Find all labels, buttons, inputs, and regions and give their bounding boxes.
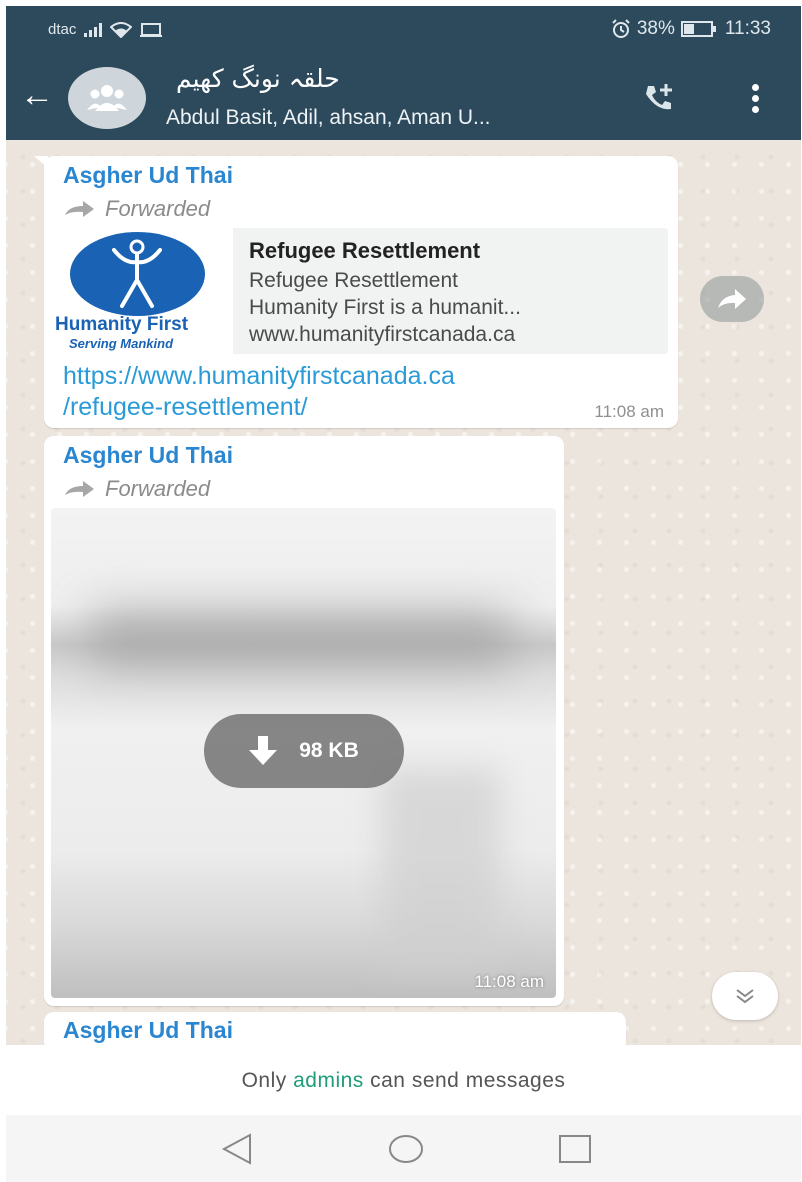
carrier-label: dtac: [48, 21, 77, 38]
message-bubble[interactable]: Asgher Ud Thai Forwarded Humanity First …: [34, 156, 678, 428]
link-line[interactable]: /refugee-resettlement/: [63, 392, 455, 423]
clock: 11:33: [724, 18, 771, 39]
admins-only-notice: Only admins can send messages: [6, 1045, 801, 1115]
logo-text: Humanity First: [55, 314, 189, 335]
link-line[interactable]: https://www.humanityfirstcanada.ca: [63, 361, 455, 392]
media-size: 98 KB: [299, 739, 359, 762]
forwarded-text: Forwarded: [105, 476, 211, 501]
sender-name[interactable]: Asgher Ud Thai: [63, 1017, 233, 1044]
scroll-to-bottom-button[interactable]: [712, 972, 778, 1020]
participants-list[interactable]: Abdul Basit, Adil, ahsan, Aman U...: [166, 106, 491, 130]
message-link[interactable]: https://www.humanityfirstcanada.ca /refu…: [63, 361, 455, 423]
cast-icon: [140, 22, 163, 37]
group-avatar[interactable]: [68, 67, 146, 129]
notice-suffix: can send messages: [363, 1069, 566, 1092]
forward-arrow-icon: [65, 481, 94, 497]
battery-percent: 38%: [636, 18, 675, 39]
chat-area[interactable]: Asgher Ud Thai Forwarded Humanity First …: [6, 140, 801, 1052]
group-name: حلقہ نونگ کھیم: [176, 64, 340, 93]
bubble-tail: [34, 156, 48, 168]
share-forward-button[interactable]: [700, 276, 764, 322]
wifi-icon: [110, 21, 133, 38]
message-bubble[interactable]: Asgher Ud Thai Forwarded 98 KB 11:08 am: [44, 436, 564, 1006]
alarm-icon: [612, 19, 630, 38]
back-arrow-icon[interactable]: ←: [20, 78, 54, 112]
download-button[interactable]: 98 KB: [204, 714, 404, 788]
preview-line: Humanity First is a humanit...: [249, 296, 521, 319]
message-time: 11:08 am: [474, 972, 544, 991]
blurred-image-thumbnail[interactable]: 98 KB 11:08 am: [51, 508, 556, 998]
more-vert-icon[interactable]: [752, 84, 759, 117]
sender-name[interactable]: Asgher Ud Thai: [63, 442, 233, 469]
add-call-icon[interactable]: [642, 82, 678, 114]
message-time: 11:08 am: [594, 402, 664, 421]
logo-tagline: Serving Mankind: [69, 336, 174, 351]
notice-prefix: Only: [241, 1069, 294, 1092]
person-figure-icon: [112, 239, 162, 308]
preview-description: Refugee Resettlement Humanity First is a…: [249, 267, 521, 348]
group-avatar-icon: [87, 85, 127, 111]
back-nav-icon[interactable]: [220, 1133, 254, 1165]
home-nav-icon[interactable]: [388, 1133, 424, 1165]
forward-arrow-icon: [718, 289, 746, 309]
preview-line: Refugee Resettlement: [249, 269, 458, 292]
double-chevron-down-icon: [736, 989, 754, 1004]
humanity-first-logo: Humanity First Serving Mankind: [53, 228, 233, 354]
forwarded-label: Forwarded: [63, 476, 210, 502]
preview-title: Refugee Resettlement: [249, 238, 481, 263]
preview-domain: www.humanityfirstcanada.ca: [249, 323, 516, 346]
admins-link[interactable]: admins: [293, 1069, 364, 1092]
group-title[interactable]: حلقہ نونگ کھیم: [166, 64, 606, 94]
sender-name[interactable]: Asgher Ud Thai: [63, 162, 233, 189]
battery-icon: [680, 21, 716, 37]
forward-arrow-icon: [65, 201, 94, 217]
link-preview[interactable]: Humanity First Serving Mankind Refugee R…: [53, 228, 668, 354]
chat-header: ← حلقہ نونگ کھیم Abdul Basit, Adil, ahsa…: [6, 54, 801, 140]
logo-emblem: [70, 232, 205, 316]
signal-icon: [84, 22, 103, 37]
status-bar: dtac 38% 11:33: [6, 6, 801, 54]
forwarded-text: Forwarded: [105, 196, 211, 221]
system-nav-bar: [6, 1115, 801, 1182]
recents-nav-icon[interactable]: [558, 1133, 592, 1165]
notice-text: Only admins can send messages: [6, 1069, 801, 1093]
phone-screen: dtac 38% 11:33 ← حلقہ نونگ کھیم Abdul Ba…: [6, 6, 801, 1182]
forwarded-label: Forwarded: [63, 196, 210, 222]
download-icon: [249, 736, 278, 765]
